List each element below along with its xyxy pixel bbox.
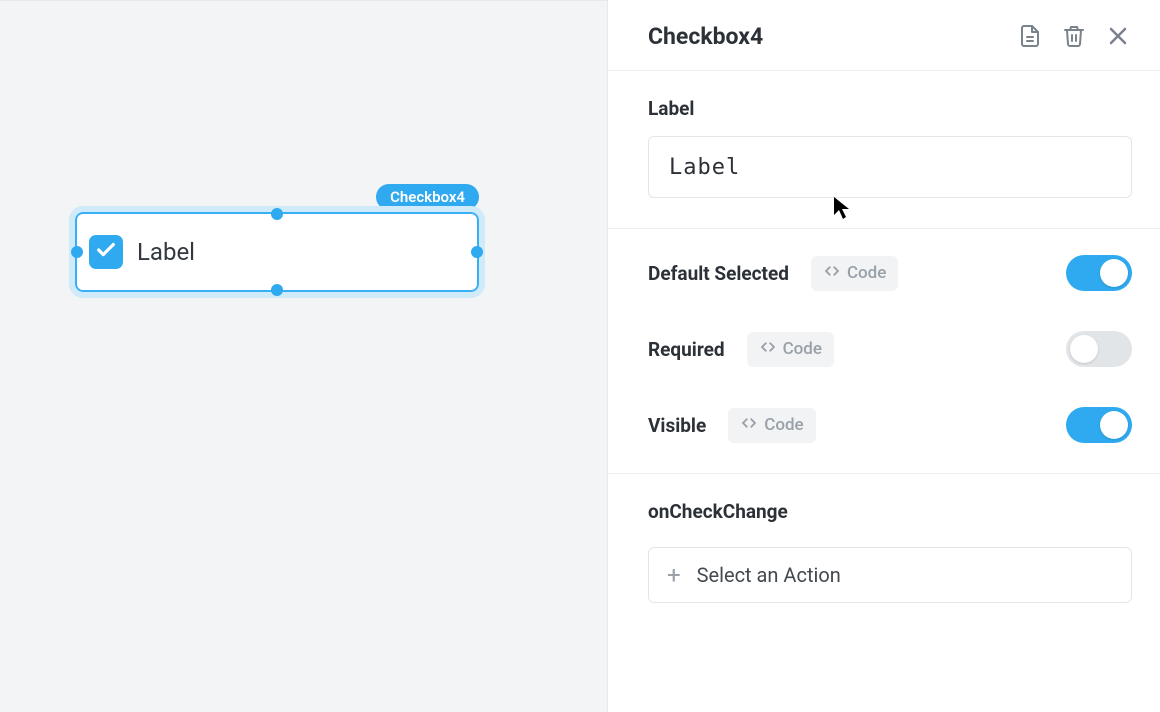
plus-icon: + (667, 561, 681, 589)
checkbox-label-text: Label (137, 238, 195, 266)
document-icon[interactable] (1016, 22, 1044, 50)
panel-title: Checkbox4 (648, 23, 1016, 50)
checkbox-box[interactable] (89, 235, 123, 269)
code-chip-required[interactable]: Code (747, 332, 834, 367)
action-selector[interactable]: + Select an Action (648, 547, 1132, 603)
resize-handle-left[interactable] (71, 246, 83, 258)
prop-label-default-selected: Default Selected (648, 262, 789, 285)
check-icon (95, 239, 117, 265)
code-chip-text: Code (783, 339, 822, 359)
design-canvas[interactable]: Checkbox4 Label (0, 0, 608, 712)
code-chip-text: Code (764, 415, 803, 435)
properties-panel: Checkbox4 Label Default Selected Code (608, 0, 1160, 712)
resize-handle-right[interactable] (471, 246, 483, 258)
code-brackets-icon (823, 262, 841, 285)
label-section: Label (608, 71, 1160, 229)
label-input[interactable] (648, 136, 1132, 198)
panel-header: Checkbox4 (608, 0, 1160, 71)
code-chip-visible[interactable]: Code (728, 408, 815, 443)
trash-icon[interactable] (1060, 22, 1088, 50)
event-section: onCheckChange + Select an Action (608, 474, 1160, 633)
code-chip-text: Code (847, 263, 886, 283)
close-icon[interactable] (1104, 22, 1132, 50)
label-heading: Label (648, 97, 1132, 120)
event-name: onCheckChange (648, 500, 1132, 523)
code-brackets-icon (759, 338, 777, 361)
prop-visible: Visible Code (648, 407, 1132, 443)
prop-required: Required Code (648, 331, 1132, 367)
action-placeholder: Select an Action (697, 563, 841, 587)
toggle-visible[interactable] (1066, 407, 1132, 443)
resize-handle-top[interactable] (271, 208, 283, 220)
props-section: Default Selected Code Required Code Visi… (608, 229, 1160, 474)
prop-label-required: Required (648, 338, 725, 361)
component-selection-box[interactable]: Label (75, 212, 479, 292)
code-chip-default-selected[interactable]: Code (811, 256, 898, 291)
prop-label-visible: Visible (648, 414, 706, 437)
resize-handle-bottom[interactable] (271, 284, 283, 296)
component-name-tag: Checkbox4 (376, 184, 479, 210)
checkbox-component[interactable]: Checkbox4 Label (75, 212, 479, 292)
code-brackets-icon (740, 414, 758, 437)
toggle-required[interactable] (1066, 331, 1132, 367)
prop-default-selected: Default Selected Code (648, 255, 1132, 291)
toggle-default-selected[interactable] (1066, 255, 1132, 291)
